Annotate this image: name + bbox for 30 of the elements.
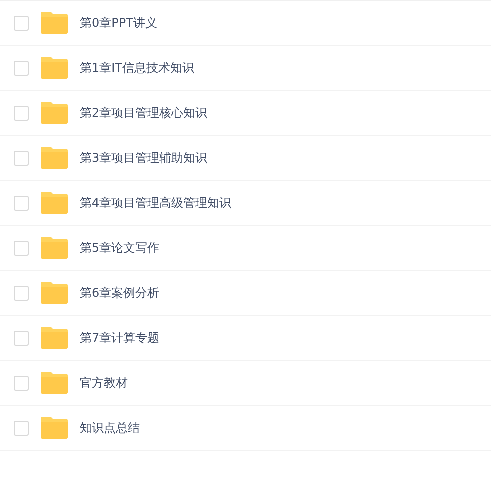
checkbox[interactable] (14, 16, 29, 30)
folder-icon (41, 237, 68, 259)
folder-name[interactable]: 官方教材 (80, 374, 128, 392)
folder-icon (41, 147, 68, 169)
folder-name[interactable]: 第4章项目管理高级管理知识 (80, 194, 232, 212)
folder-name[interactable]: 知识点总结 (80, 420, 140, 436)
checkbox[interactable] (14, 240, 29, 256)
checkbox[interactable] (14, 196, 29, 210)
folder-icon (41, 372, 68, 394)
folder-icon (41, 417, 68, 439)
folder-name[interactable]: 第0章PPT讲义 (80, 14, 158, 32)
checkbox[interactable] (14, 420, 29, 436)
folder-icon (41, 102, 68, 124)
folder-icon (41, 282, 68, 304)
checkbox[interactable] (14, 106, 29, 120)
checkbox[interactable] (14, 286, 29, 300)
checkbox[interactable] (14, 330, 29, 346)
folder-icon (41, 327, 68, 349)
folder-name[interactable]: 第5章论文写作 (80, 240, 160, 256)
folder-name[interactable]: 第7章计算专题 (80, 330, 160, 346)
checkbox[interactable] (14, 376, 29, 390)
checkbox[interactable] (14, 150, 29, 166)
checkbox[interactable] (14, 60, 29, 76)
folder-icon (41, 192, 68, 214)
folder-name[interactable]: 第1章IT信息技术知识 (80, 60, 195, 76)
folder-name[interactable]: 第2章项目管理核心知识 (80, 104, 208, 122)
folder-icon (41, 12, 68, 34)
folder-icon (41, 57, 68, 79)
folder-name[interactable]: 第6章案例分析 (80, 284, 160, 302)
folder-name[interactable]: 第3章项目管理辅助知识 (80, 150, 208, 166)
